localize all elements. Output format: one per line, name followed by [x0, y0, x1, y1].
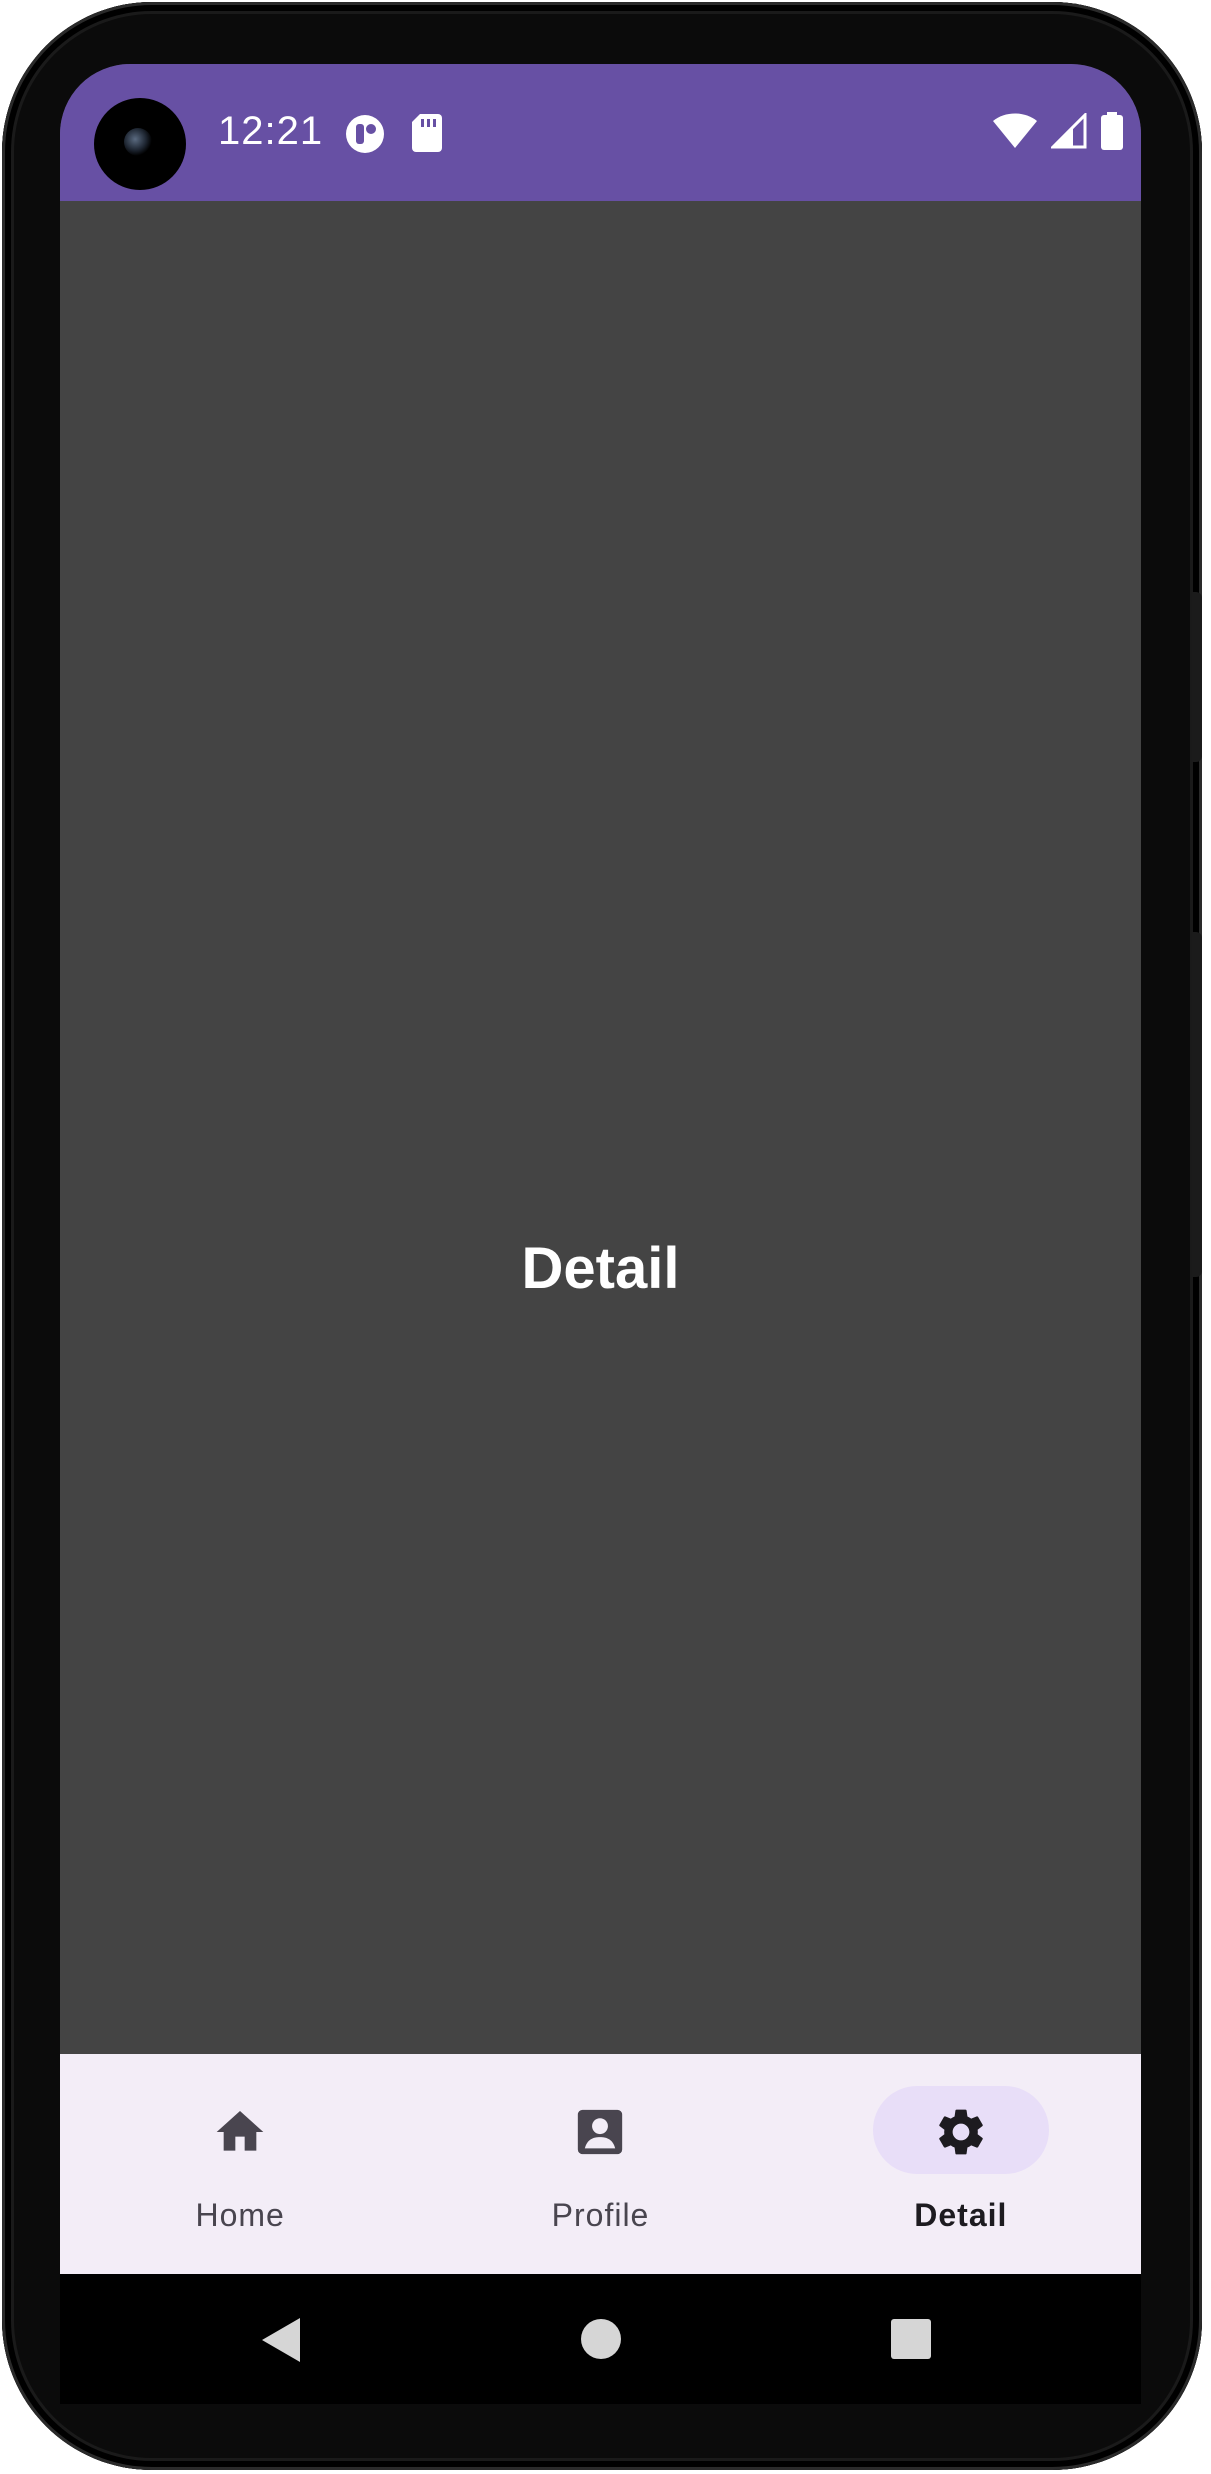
screen: 12:21 Detail Home Profile Detail [60, 64, 1141, 2274]
page-title: Detail [521, 1236, 680, 1301]
gear-icon [933, 2104, 989, 2160]
volume-button [1192, 932, 1202, 1277]
app-notification-icon [345, 114, 385, 159]
status-bar: 12:21 [60, 64, 1141, 201]
sd-card-icon [412, 114, 442, 157]
cell-signal-icon [1049, 111, 1087, 154]
recents-square-icon[interactable] [890, 2318, 932, 2365]
nav-item-detail[interactable]: Detail [781, 2054, 1141, 2274]
status-icons-right [993, 111, 1123, 155]
nav-item-home[interactable]: Home [60, 2054, 420, 2274]
nav-label-profile: Profile [551, 2197, 650, 2233]
wifi-icon [993, 113, 1037, 154]
bottom-navigation: Home Profile Detail [60, 2054, 1141, 2274]
profile-icon [572, 2104, 628, 2160]
camera-lens [124, 128, 152, 156]
front-camera [94, 98, 186, 190]
nav-label-detail: Detail [914, 2197, 1008, 2233]
back-icon[interactable] [262, 2318, 302, 2367]
system-navigation-bar [60, 2274, 1141, 2404]
power-button [1192, 592, 1202, 762]
nav-item-profile[interactable]: Profile [420, 2054, 780, 2274]
nav-label-home: Home [195, 2197, 285, 2233]
battery-icon [1101, 112, 1123, 155]
home-icon [212, 2104, 268, 2160]
status-time: 12:21 [218, 109, 324, 153]
home-circle-icon[interactable] [580, 2318, 622, 2365]
